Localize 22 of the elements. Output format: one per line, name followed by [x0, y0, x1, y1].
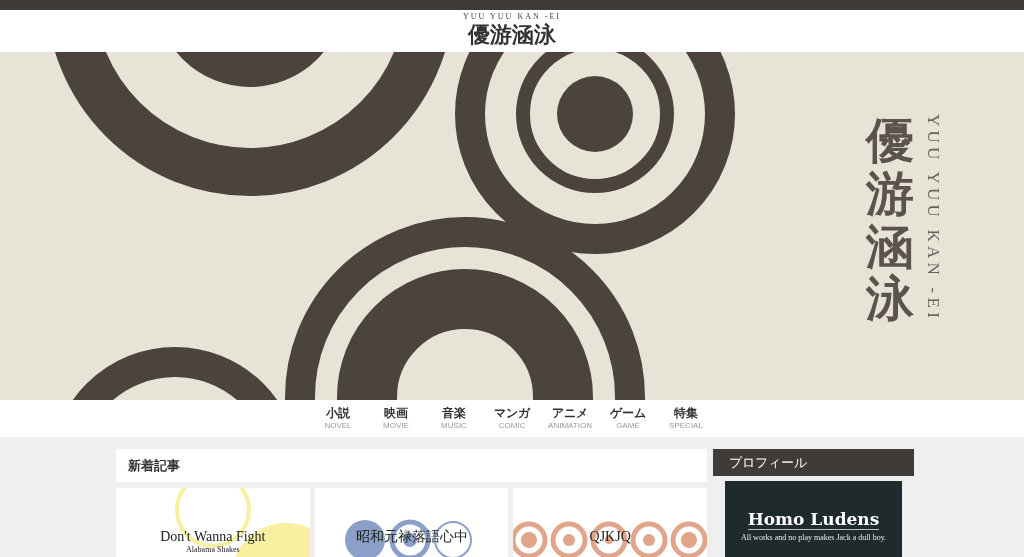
article-title: 昭和元禄落語心中 [355, 530, 468, 544]
profile-tagline: All works and no play makes Jack a dull boy. [740, 532, 887, 544]
section-title: 新着記事 [128, 456, 180, 475]
nav-item[interactable]: マンガ COMIC [483, 406, 541, 431]
article-card[interactable]: Don't Wanna Fight Alabama Shakes [116, 488, 310, 557]
nav-item[interactable]: アニメ ANIMATION [541, 406, 599, 431]
nav-item[interactable]: ゲーム GAME [599, 406, 657, 431]
nav-item[interactable]: 特集 SPECIAL [657, 406, 715, 431]
site-logo-link[interactable]: 優游涵泳 [468, 21, 556, 49]
article-title: Don't Wanna Fight [160, 530, 266, 544]
hero-title: 優游涵泳 [866, 114, 914, 326]
article-subtitle: Alabama Shakes [186, 546, 240, 554]
profile-title: Homo Ludens [747, 511, 880, 530]
article-card[interactable]: 昭和元禄落語心中 [314, 488, 509, 557]
article-card[interactable]: QJKJQ [513, 488, 707, 557]
nav-item[interactable]: 映画 MOVIE [367, 406, 425, 431]
nav-item[interactable]: 小説 NOVEL [309, 406, 367, 431]
hero-romaji: YUU YUU KAN -EI [922, 114, 944, 325]
article-title: QJKJQ [589, 530, 631, 544]
nav-item[interactable]: 音楽 MUSIC [425, 406, 483, 431]
site-romaji: YUU YUU KAN -EI [463, 13, 561, 22]
widget-title: プロフィール [729, 453, 807, 472]
